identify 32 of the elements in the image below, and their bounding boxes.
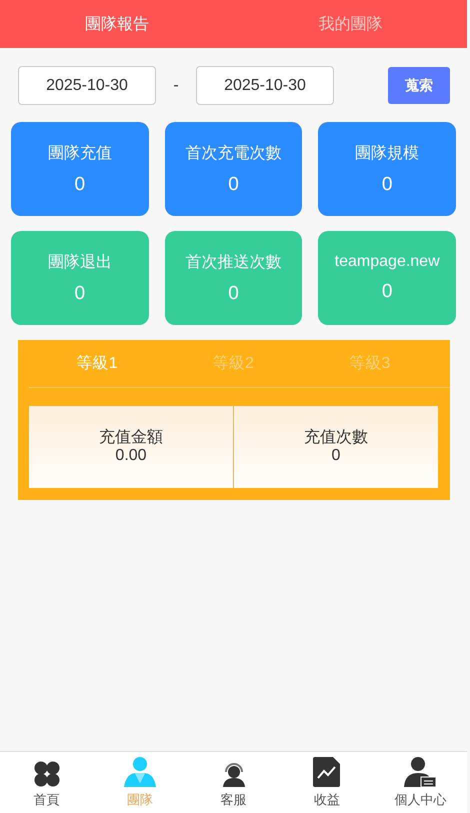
end-date-field[interactable]: 2025-10-30 bbox=[196, 66, 334, 105]
stat-label: 充值金額 bbox=[99, 429, 163, 447]
stat-label: 首次充電次數 bbox=[185, 144, 282, 164]
stat-value: 0 bbox=[382, 174, 392, 196]
person-icon bbox=[124, 757, 156, 787]
nav-item[interactable]: 個人中心 bbox=[374, 752, 468, 813]
stat-label: 首次推送次數 bbox=[185, 252, 282, 272]
stat-label: 團隊充值 bbox=[48, 144, 112, 164]
stat-value: 0.00 bbox=[115, 447, 147, 465]
stat-value: 0 bbox=[382, 281, 392, 303]
header-tab[interactable]: 團隊報告 bbox=[0, 0, 234, 48]
nav-item[interactable]: 收益 bbox=[280, 752, 374, 813]
header-tab[interactable]: 我的團隊 bbox=[234, 0, 467, 48]
four-circles-icon bbox=[34, 761, 60, 787]
stat-value: 0 bbox=[74, 174, 86, 196]
nav-item[interactable]: 客服 bbox=[186, 752, 280, 813]
person-card-icon bbox=[404, 757, 436, 787]
start-date-field[interactable]: 2025-10-30 bbox=[18, 66, 156, 105]
stat-label: 團隊退出 bbox=[48, 252, 112, 272]
stat-label: 團隊規模 bbox=[355, 144, 420, 164]
search-button[interactable]: 蒐索 bbox=[388, 67, 450, 104]
stat-label: 充值次數 bbox=[304, 429, 368, 447]
stat-value: 0 bbox=[74, 282, 86, 304]
chart-document-icon bbox=[313, 757, 340, 787]
headset-icon bbox=[222, 761, 245, 787]
nav-item[interactable]: 團隊 bbox=[93, 752, 187, 813]
date-separator: - bbox=[172, 76, 180, 94]
nav-item[interactable]: 首頁 bbox=[0, 752, 94, 813]
stat-value: 0 bbox=[228, 282, 239, 304]
stat-label: teampage.new bbox=[334, 253, 440, 271]
stat-value: 0 bbox=[332, 447, 340, 465]
stat-value: 0 bbox=[228, 174, 239, 196]
